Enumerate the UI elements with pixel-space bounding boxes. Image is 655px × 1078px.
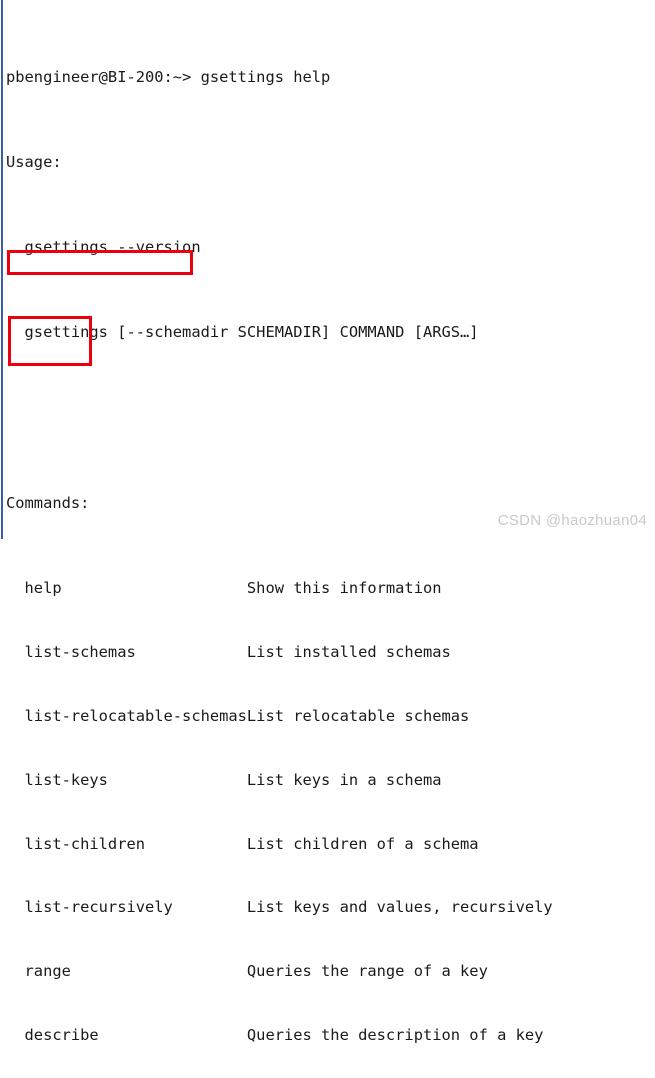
terminal-window[interactable]: pbengineer@BI-200:~> gsettings help Usag…: [0, 0, 655, 1044]
prompt-line-top: pbengineer@BI-200:~> gsettings help: [6, 67, 331, 86]
terminal-output: pbengineer@BI-200:~> gsettings help Usag…: [0, 0, 655, 1078]
usage-line-schemadir: gsettings [--schemadir SCHEMADIR] COMMAN…: [6, 323, 479, 342]
command-name-list-children: list-children List children of a schema: [6, 834, 479, 853]
command-name-help: help Show this information: [6, 579, 442, 598]
command-row-range: range Queries the range of a key: [0, 961, 655, 982]
command-row-list-keys: list-keys List keys in a schema: [0, 770, 655, 791]
command-row-help: help Show this information: [0, 578, 655, 599]
command-row-describe: describe Queries the description of a ke…: [0, 1025, 655, 1046]
command-row-list-recursively: list-recursively List keys and values, r…: [0, 897, 655, 918]
command-row-list-children: list-children List children of a schema: [0, 834, 655, 855]
usage-line-version: gsettings --version: [6, 238, 201, 257]
command-name-list-relocatable-schemas: list-relocatable-schemasList relocatable…: [6, 706, 470, 725]
usage-header: Usage:: [6, 153, 62, 172]
command-name-list-schemas: list-schemas List installed schemas: [6, 642, 451, 661]
commands-header: Commands:: [6, 493, 90, 512]
command-name-list-keys: list-keys List keys in a schema: [6, 770, 442, 789]
command-name-list-recursively: list-recursively List keys and values, r…: [6, 898, 553, 917]
command-name-range: range Queries the range of a key: [6, 962, 488, 981]
command-row-list-schemas: list-schemas List installed schemas: [0, 642, 655, 663]
watermark-label: CSDN @haozhuan04: [497, 512, 647, 529]
command-row-list-relocatable-schemas: list-relocatable-schemasList relocatable…: [0, 706, 655, 727]
command-name-describe: describe Queries the description of a ke…: [6, 1026, 544, 1045]
